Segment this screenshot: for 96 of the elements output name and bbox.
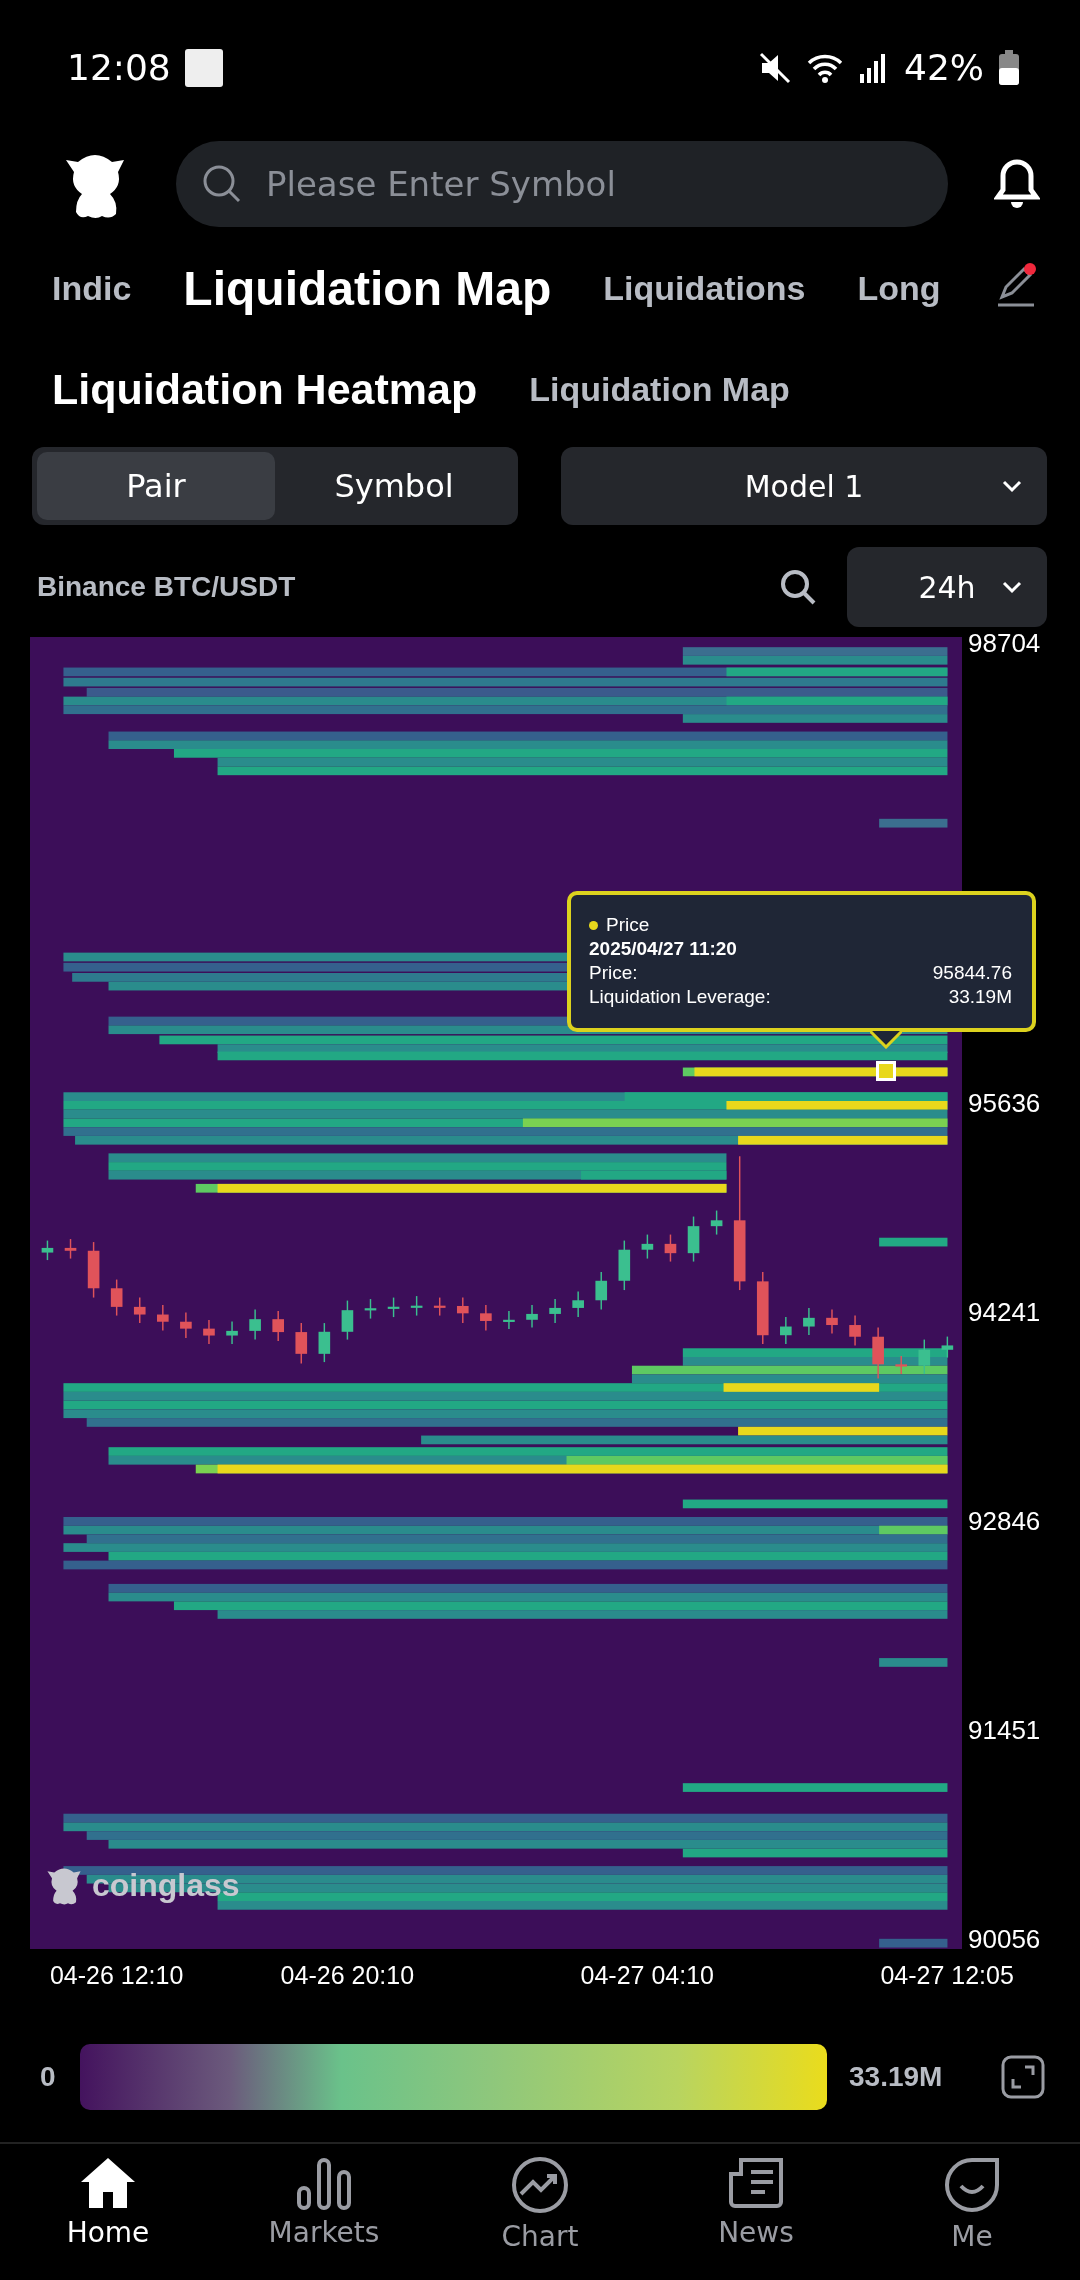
heatmap-band — [879, 818, 948, 828]
candlestick — [872, 1326, 884, 1380]
candlestick — [433, 1296, 446, 1317]
model-dropdown[interactable]: Model 1 — [561, 447, 1047, 525]
nav-tab[interactable]: News — [648, 2144, 864, 2280]
candlestick — [203, 1319, 215, 1345]
tooltip-value: 95844.76 — [932, 961, 1012, 985]
pair-label: Binance BTC/USDT — [37, 571, 296, 603]
heatmap-band — [879, 1237, 948, 1247]
news-icon — [727, 2156, 785, 2210]
legend-min: 0 — [40, 2061, 57, 2093]
nav-tab[interactable]: Markets — [216, 2144, 432, 2280]
candlestick — [226, 1320, 238, 1345]
category-tab[interactable]: Liquidations — [603, 268, 806, 308]
chevron-down-icon — [1001, 479, 1023, 493]
app-notification-icon — [184, 48, 223, 87]
candlestick — [410, 1295, 423, 1317]
tooltip-time: 2025/04/27 11:20 — [589, 937, 738, 961]
category-tab[interactable]: Long — [857, 268, 941, 308]
candlestick — [572, 1290, 584, 1318]
candlestick — [341, 1299, 354, 1341]
segment-button[interactable]: Symbol — [275, 452, 513, 520]
home-icon — [79, 2156, 137, 2210]
candlestick — [895, 1355, 908, 1375]
time-axis-label: 04-26 20:10 — [280, 1961, 415, 1990]
tooltip-label: Price: — [589, 961, 638, 985]
price-axis-label: 95636 — [968, 1087, 1041, 1119]
trend-chart-icon — [511, 2156, 569, 2214]
candlestick — [41, 1239, 54, 1261]
category-tab[interactable]: Indic — [52, 268, 132, 308]
candlestick — [595, 1271, 608, 1311]
candlestick — [664, 1233, 677, 1263]
candlestick — [849, 1314, 861, 1347]
candlestick — [826, 1308, 838, 1335]
heatmap-band — [879, 1938, 948, 1948]
sub-tab[interactable]: Liquidation Map — [529, 369, 790, 409]
mute-icon — [758, 50, 792, 85]
selection-marker — [876, 1061, 896, 1081]
time-axis-label: 04-26 12:10 — [49, 1961, 184, 1990]
price-axis-label: 90056 — [968, 1924, 1041, 1956]
timeframe-dropdown[interactable]: 24h — [847, 547, 1047, 627]
status-time: 12:08 — [67, 47, 171, 88]
candlestick — [641, 1233, 654, 1260]
nav-tab[interactable]: Me — [864, 2144, 1080, 2280]
candlestick — [133, 1296, 146, 1324]
candlestick — [526, 1304, 538, 1329]
candlestick — [918, 1338, 931, 1375]
candlestick — [710, 1209, 723, 1236]
candlestick — [157, 1304, 169, 1332]
segment-button[interactable]: Pair — [37, 452, 275, 520]
candlestick — [110, 1278, 123, 1317]
sub-tab[interactable]: Liquidation Heatmap — [52, 364, 478, 414]
search-field[interactable]: Please Enter Symbol — [264, 163, 922, 205]
candlestick — [503, 1310, 515, 1330]
search-bar[interactable]: Please Enter Symbol — [176, 141, 948, 227]
candlestick — [364, 1298, 377, 1320]
tooltip-series: Price — [606, 913, 650, 937]
candlestick — [87, 1241, 100, 1299]
chevron-down-icon — [1001, 580, 1023, 594]
bell-icon[interactable] — [994, 158, 1040, 210]
fullscreen-icon[interactable] — [1001, 2055, 1045, 2099]
nav-tab[interactable]: Home — [0, 2144, 216, 2280]
battery-percent: 42% — [904, 47, 984, 88]
smiley-icon — [943, 2156, 1001, 2214]
candlestick — [180, 1311, 192, 1339]
candlestick — [272, 1310, 284, 1342]
battery-icon — [998, 49, 1020, 86]
price-axis-label: 98704 — [968, 627, 1041, 659]
candlestick — [618, 1239, 631, 1291]
time-axis-label: 04-27 04:10 — [580, 1961, 714, 1990]
legend-max: 33.19M — [849, 2061, 944, 2093]
candlestick — [480, 1304, 492, 1332]
candlestick — [295, 1322, 308, 1365]
candlestick — [318, 1322, 331, 1363]
candlestick — [249, 1308, 261, 1341]
candlestick — [687, 1215, 700, 1263]
heatmap-band — [879, 1658, 948, 1667]
nav-tab[interactable]: Chart — [432, 2144, 648, 2280]
search-icon[interactable] — [779, 568, 817, 606]
search-icon — [202, 164, 242, 204]
candlestick — [549, 1298, 561, 1324]
candlestick — [64, 1238, 77, 1260]
candlestick — [803, 1307, 815, 1336]
candlestick — [387, 1296, 400, 1318]
series-dot-icon — [589, 920, 598, 930]
price-axis-label: 91451 — [968, 1715, 1041, 1747]
candlestick — [457, 1296, 469, 1324]
bar-chart-icon — [295, 2156, 353, 2210]
time-axis-label: 04-27 12:05 — [880, 1961, 1014, 1990]
candlestick — [780, 1316, 792, 1345]
tooltip-value: 33.19M — [948, 985, 1012, 1009]
tooltip-label: Liquidation Leverage: — [589, 985, 771, 1009]
price-axis-label: 94241 — [968, 1297, 1041, 1328]
category-tab[interactable]: Liquidation Map — [183, 260, 552, 316]
price-axis-label: 92846 — [968, 1506, 1041, 1538]
candlestick — [941, 1335, 954, 1359]
